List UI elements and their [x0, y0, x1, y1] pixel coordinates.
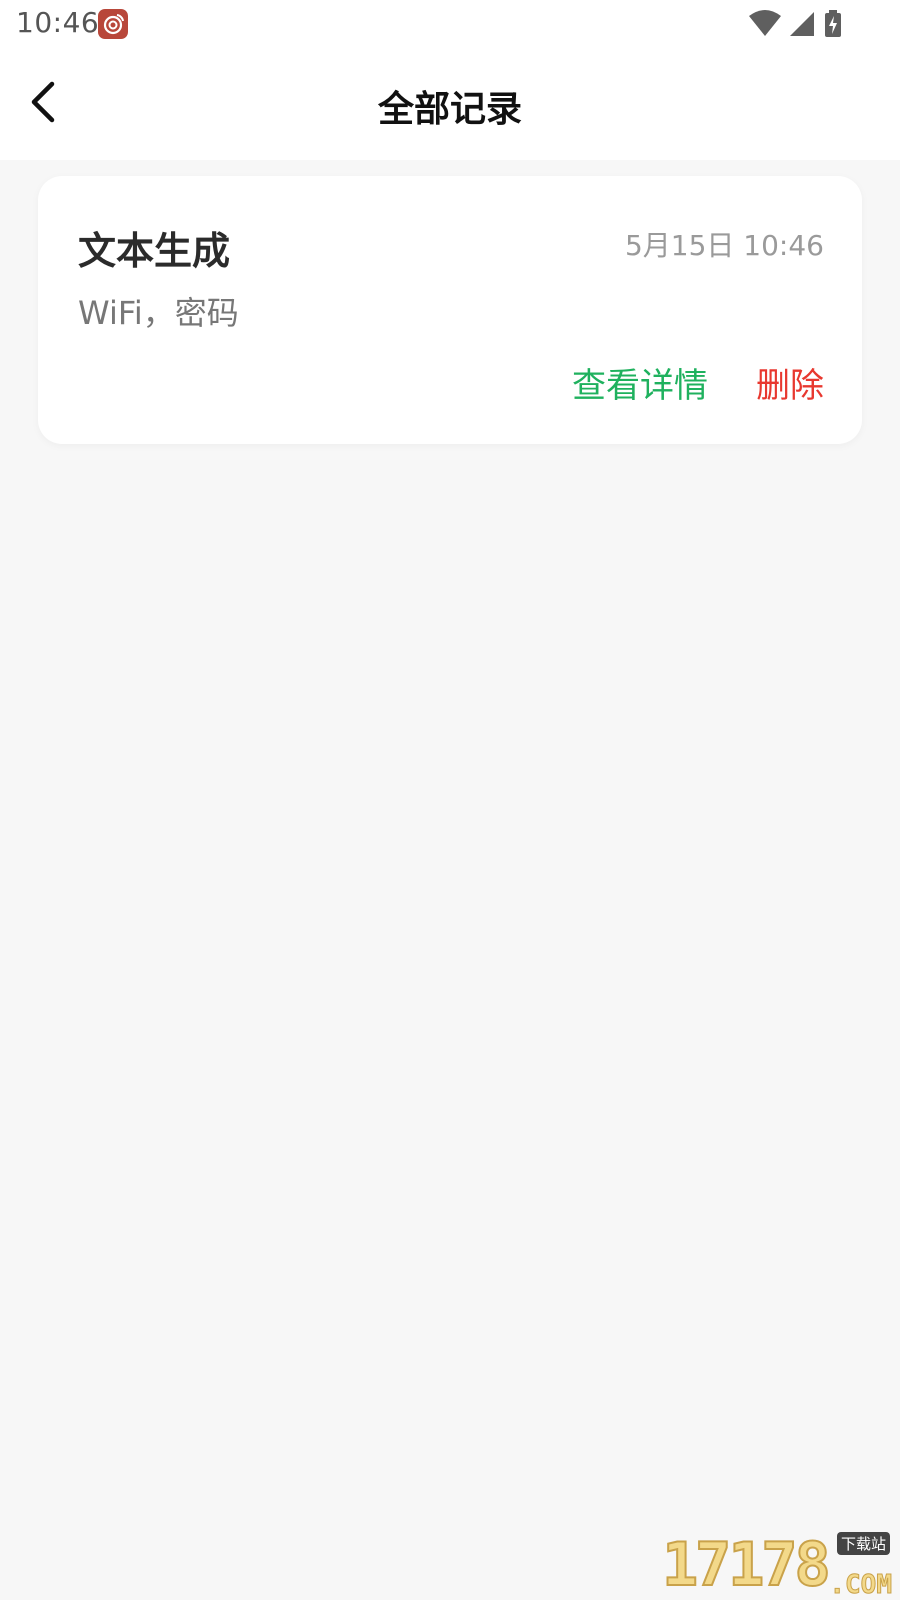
watermark-number: 17178	[661, 1529, 832, 1600]
cellular-signal-icon	[790, 12, 814, 36]
delete-button[interactable]: 删除	[756, 358, 824, 407]
wifi-icon	[749, 10, 781, 36]
record-time: 5月15日 10:46	[624, 229, 824, 262]
record-content: WiFi，密码	[78, 294, 239, 332]
battery-charging-icon	[825, 10, 841, 37]
record-card: 文本生成 5月15日 10:46 WiFi，密码 查看详情 删除	[38, 176, 862, 444]
record-title: 文本生成	[78, 229, 231, 273]
watermark-logo: 17178 下载站 .COM	[661, 1528, 894, 1600]
app-bar: 全部记录	[0, 50, 900, 160]
view-detail-button[interactable]: 查看详情	[572, 358, 708, 407]
watermark-suffix: .COM	[829, 1570, 893, 1600]
status-time: 10:46	[16, 6, 100, 39]
page-title: 全部记录	[377, 89, 522, 130]
weibo-icon	[98, 9, 128, 39]
status-bar: 10:46	[0, 0, 900, 50]
watermark-tag: 下载站	[836, 1532, 890, 1555]
